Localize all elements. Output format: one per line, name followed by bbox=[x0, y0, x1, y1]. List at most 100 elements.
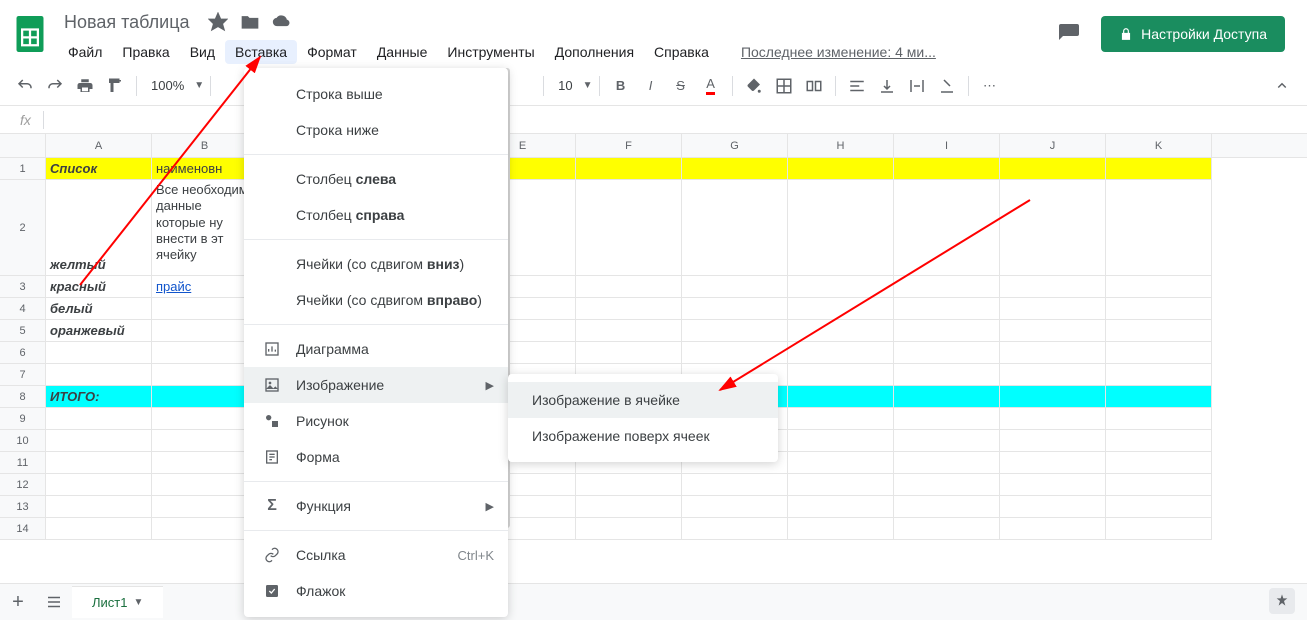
menu-row-above[interactable]: Строка выше bbox=[244, 76, 508, 112]
cell[interactable] bbox=[1106, 298, 1212, 320]
borders-button[interactable] bbox=[769, 71, 799, 101]
cell[interactable] bbox=[1000, 158, 1106, 180]
cell[interactable] bbox=[1106, 474, 1212, 496]
text-wrap-button[interactable] bbox=[902, 71, 932, 101]
explore-button[interactable] bbox=[1269, 588, 1295, 614]
cell[interactable] bbox=[682, 342, 788, 364]
all-sheets-button[interactable] bbox=[36, 584, 72, 620]
cell[interactable] bbox=[788, 408, 894, 430]
col-header[interactable]: B bbox=[152, 134, 258, 157]
row-header[interactable]: 8 bbox=[0, 386, 46, 408]
cell[interactable] bbox=[894, 474, 1000, 496]
cell[interactable] bbox=[46, 342, 152, 364]
menu-file[interactable]: Файл bbox=[58, 40, 112, 64]
menu-column-right[interactable]: Столбец справа bbox=[244, 197, 508, 233]
italic-button[interactable]: I bbox=[636, 71, 666, 101]
cell[interactable] bbox=[152, 342, 258, 364]
cell[interactable] bbox=[788, 276, 894, 298]
sheets-logo[interactable] bbox=[10, 14, 50, 54]
col-header[interactable]: G bbox=[682, 134, 788, 157]
menu-image-in-cell[interactable]: Изображение в ячейке bbox=[508, 382, 778, 418]
row-header[interactable]: 6 bbox=[0, 342, 46, 364]
cell[interactable] bbox=[682, 518, 788, 540]
fill-color-button[interactable] bbox=[739, 71, 769, 101]
cell[interactable] bbox=[46, 364, 152, 386]
col-header[interactable]: K bbox=[1106, 134, 1212, 157]
cell[interactable] bbox=[576, 298, 682, 320]
text-color-button[interactable]: A bbox=[696, 71, 726, 101]
row-header[interactable]: 3 bbox=[0, 276, 46, 298]
cell[interactable] bbox=[1106, 452, 1212, 474]
move-folder-icon[interactable] bbox=[240, 12, 260, 32]
document-title[interactable]: Новая таблица bbox=[58, 10, 196, 35]
cell[interactable] bbox=[894, 408, 1000, 430]
cell[interactable] bbox=[576, 518, 682, 540]
cell[interactable] bbox=[1000, 386, 1106, 408]
row-header[interactable]: 11 bbox=[0, 452, 46, 474]
row-header[interactable]: 10 bbox=[0, 430, 46, 452]
col-header[interactable]: F bbox=[576, 134, 682, 157]
cell[interactable] bbox=[894, 298, 1000, 320]
cell[interactable] bbox=[46, 474, 152, 496]
cell[interactable] bbox=[152, 320, 258, 342]
cell[interactable] bbox=[894, 180, 1000, 276]
cell[interactable] bbox=[894, 452, 1000, 474]
cell[interactable] bbox=[788, 474, 894, 496]
cell[interactable] bbox=[152, 386, 258, 408]
cell[interactable] bbox=[894, 364, 1000, 386]
paint-format-button[interactable] bbox=[100, 71, 130, 101]
cell[interactable] bbox=[1000, 452, 1106, 474]
menu-link[interactable]: СсылкаCtrl+K bbox=[244, 537, 508, 573]
last-edit-link[interactable]: Последнее изменение: 4 ми... bbox=[741, 44, 936, 60]
cell[interactable] bbox=[1000, 180, 1106, 276]
cell[interactable] bbox=[1000, 474, 1106, 496]
cell[interactable] bbox=[1106, 158, 1212, 180]
sheet-tab[interactable]: Лист1▼ bbox=[72, 586, 163, 618]
cell[interactable] bbox=[576, 180, 682, 276]
cell[interactable] bbox=[1106, 342, 1212, 364]
cell[interactable] bbox=[1106, 430, 1212, 452]
cell[interactable] bbox=[1106, 386, 1212, 408]
cell[interactable] bbox=[788, 364, 894, 386]
col-header[interactable]: A bbox=[46, 134, 152, 157]
cell[interactable]: наименовн bbox=[152, 158, 258, 180]
horizontal-align-button[interactable] bbox=[842, 71, 872, 101]
cell[interactable] bbox=[788, 496, 894, 518]
cell[interactable] bbox=[1000, 298, 1106, 320]
cell[interactable] bbox=[894, 276, 1000, 298]
menu-form[interactable]: Форма bbox=[244, 439, 508, 475]
cell[interactable] bbox=[788, 158, 894, 180]
menu-cells-shift-right[interactable]: Ячейки (со сдвигом вправо) bbox=[244, 282, 508, 318]
cell[interactable] bbox=[894, 518, 1000, 540]
cell[interactable]: прайс bbox=[152, 276, 258, 298]
menu-format[interactable]: Формат bbox=[297, 40, 367, 64]
cell[interactable] bbox=[152, 452, 258, 474]
vertical-align-button[interactable] bbox=[872, 71, 902, 101]
cell[interactable] bbox=[894, 496, 1000, 518]
menu-column-left[interactable]: Столбец слева bbox=[244, 161, 508, 197]
cell[interactable] bbox=[1106, 496, 1212, 518]
cell[interactable] bbox=[682, 474, 788, 496]
share-button[interactable]: Настройки Доступа bbox=[1101, 16, 1285, 52]
cell[interactable] bbox=[1000, 408, 1106, 430]
cell[interactable] bbox=[152, 408, 258, 430]
menu-edit[interactable]: Правка bbox=[112, 40, 179, 64]
menu-checkbox[interactable]: Флажок bbox=[244, 573, 508, 609]
row-header[interactable]: 13 bbox=[0, 496, 46, 518]
menu-help[interactable]: Справка bbox=[644, 40, 719, 64]
cell[interactable] bbox=[46, 408, 152, 430]
row-header[interactable]: 5 bbox=[0, 320, 46, 342]
cell[interactable] bbox=[152, 496, 258, 518]
col-header[interactable]: J bbox=[1000, 134, 1106, 157]
cell[interactable] bbox=[1000, 518, 1106, 540]
add-sheet-button[interactable]: + bbox=[0, 584, 36, 620]
cell[interactable] bbox=[894, 158, 1000, 180]
cell[interactable]: ИТОГО: bbox=[46, 386, 152, 408]
cell[interactable]: Все необходим данные которые ну внести в… bbox=[152, 180, 258, 276]
row-header[interactable]: 12 bbox=[0, 474, 46, 496]
cell[interactable] bbox=[1106, 518, 1212, 540]
row-header[interactable]: 9 bbox=[0, 408, 46, 430]
cell[interactable] bbox=[152, 298, 258, 320]
row-header[interactable]: 7 bbox=[0, 364, 46, 386]
menu-image[interactable]: Изображение▶ bbox=[244, 367, 508, 403]
